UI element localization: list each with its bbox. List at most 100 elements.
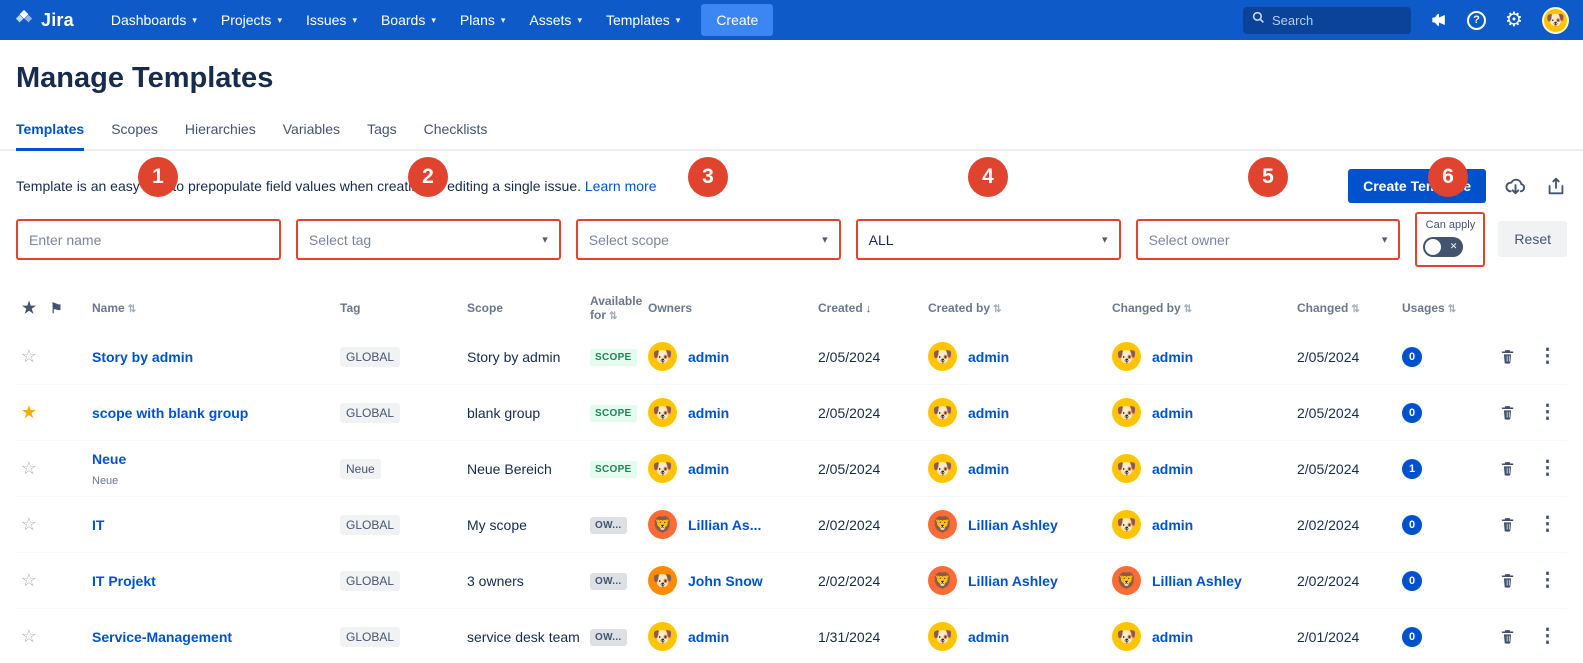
created-by-link[interactable]: Lillian Ashley — [968, 573, 1058, 589]
star-icon[interactable]: ☆ — [21, 346, 37, 366]
created-cell: 2/02/2024 — [818, 573, 928, 589]
more-actions-icon[interactable]: ⋮ — [1538, 459, 1557, 478]
sort-icon: ⇅ — [128, 304, 136, 315]
owner-link[interactable]: admin — [688, 349, 729, 365]
more-actions-icon[interactable]: ⋮ — [1538, 627, 1557, 646]
jira-logo-icon — [14, 8, 34, 33]
star-icon[interactable]: ★ — [21, 402, 37, 422]
name-filter-input[interactable] — [29, 232, 268, 248]
template-name-link[interactable]: IT Projekt — [92, 573, 156, 589]
star-icon[interactable]: ☆ — [21, 458, 37, 478]
gear-icon[interactable]: ⚙ — [1502, 8, 1526, 32]
delete-icon[interactable] — [1499, 348, 1516, 365]
owner-avatar: 🐶 — [648, 622, 677, 651]
sort-icon: ⇅ — [1448, 304, 1456, 315]
nav-item-projects[interactable]: Projects▾ — [210, 5, 293, 35]
header-changed-by[interactable]: Changed by⇅ — [1112, 301, 1297, 315]
star-icon[interactable]: ☆ — [21, 570, 37, 590]
more-actions-icon[interactable]: ⋮ — [1538, 347, 1557, 366]
tag-filter-select[interactable]: Select tag ▾ — [296, 219, 561, 260]
template-name-link[interactable]: scope with blank group — [92, 405, 248, 421]
delete-icon[interactable] — [1499, 628, 1516, 645]
more-actions-icon[interactable]: ⋮ — [1538, 403, 1557, 422]
annotation-circle-3: 3 — [688, 157, 728, 197]
delete-icon[interactable] — [1499, 516, 1516, 533]
download-icon[interactable] — [1504, 175, 1527, 198]
tab-checklists[interactable]: Checklists — [424, 121, 488, 151]
tab-scopes[interactable]: Scopes — [111, 121, 158, 151]
changed-by-link[interactable]: admin — [1152, 349, 1193, 365]
table-row: ☆ Service-Management GLOBAL service desk… — [16, 609, 1567, 663]
owner-link[interactable]: admin — [688, 629, 729, 645]
changed-by-link[interactable]: Lillian Ashley — [1152, 573, 1242, 589]
delete-icon[interactable] — [1499, 404, 1516, 421]
star-column-icon[interactable]: ★ — [22, 300, 36, 317]
type-filter-select[interactable]: ALL ▾ — [856, 219, 1121, 260]
help-icon[interactable]: ? — [1467, 11, 1486, 30]
header-created[interactable]: Created↓ — [818, 301, 928, 315]
tag-badge: GLOBAL — [340, 627, 400, 647]
tab-tags[interactable]: Tags — [367, 121, 397, 151]
delete-icon[interactable] — [1499, 572, 1516, 589]
tab-variables[interactable]: Variables — [283, 121, 340, 151]
tab-templates[interactable]: Templates — [16, 121, 84, 151]
jira-logo[interactable]: Jira — [14, 8, 74, 33]
more-actions-icon[interactable]: ⋮ — [1538, 515, 1557, 534]
owner-link[interactable]: John Snow — [688, 573, 763, 589]
header-available-for[interactable]: Available for⇅ — [590, 294, 648, 322]
learn-more-link[interactable]: Learn more — [585, 178, 657, 194]
search-icon — [1252, 11, 1265, 29]
nav-item-assets[interactable]: Assets▾ — [518, 5, 593, 35]
chevron-down-icon: ▾ — [352, 15, 357, 26]
created-by-link[interactable]: admin — [968, 629, 1009, 645]
tab-hierarchies[interactable]: Hierarchies — [185, 121, 256, 151]
created-by-link[interactable]: admin — [968, 349, 1009, 365]
announcements-icon[interactable] — [1427, 8, 1451, 32]
created-by-link[interactable]: admin — [968, 461, 1009, 477]
template-name-link[interactable]: IT — [92, 517, 104, 533]
chevron-down-icon: ▾ — [577, 15, 582, 26]
header-name[interactable]: Name⇅ — [92, 301, 340, 315]
changed-by-link[interactable]: admin — [1152, 629, 1193, 645]
star-icon[interactable]: ☆ — [21, 514, 37, 534]
template-name-link[interactable]: Story by admin — [92, 349, 193, 365]
header-changed[interactable]: Changed⇅ — [1297, 301, 1402, 315]
changed-by-link[interactable]: admin — [1152, 405, 1193, 421]
table-row: ☆ Story by admin GLOBAL Story by admin S… — [16, 329, 1567, 385]
star-icon[interactable]: ☆ — [21, 626, 37, 646]
owner-filter-select[interactable]: Select owner ▾ — [1136, 219, 1401, 260]
header-created-by[interactable]: Created by⇅ — [928, 301, 1112, 315]
user-avatar[interactable]: 🐶 — [1542, 7, 1569, 34]
changed-by-link[interactable]: admin — [1152, 461, 1193, 477]
created-by-link[interactable]: admin — [968, 405, 1009, 421]
can-apply-toggle[interactable]: ✕ — [1423, 237, 1463, 257]
owner-link[interactable]: admin — [688, 461, 729, 477]
table-row: ☆ Neue Neue Neue Neue Bereich SCOPE 🐶 ad… — [16, 441, 1567, 497]
name-filter — [16, 219, 281, 260]
nav-item-boards[interactable]: Boards▾ — [370, 5, 447, 35]
owner-link[interactable]: Lillian As... — [688, 517, 761, 533]
delete-icon[interactable] — [1499, 460, 1516, 477]
owner-link[interactable]: admin — [688, 405, 729, 421]
search-input[interactable] — [1272, 13, 1402, 28]
export-icon[interactable] — [1545, 175, 1567, 197]
header-usages[interactable]: Usages⇅ — [1402, 301, 1490, 315]
search-box[interactable] — [1243, 7, 1411, 34]
flag-column-icon[interactable]: ⚑ — [50, 300, 63, 316]
changed-cell: 2/01/2024 — [1297, 629, 1402, 645]
create-button[interactable]: Create — [701, 4, 773, 36]
nav-item-templates[interactable]: Templates▾ — [595, 5, 691, 35]
owner-avatar: 🐶 — [648, 566, 677, 595]
scope-filter-select[interactable]: Select scope ▾ — [576, 219, 841, 260]
template-name-link[interactable]: Neue — [92, 451, 126, 467]
page-title: Manage Templates — [16, 62, 1567, 95]
nav-item-plans[interactable]: Plans▾ — [449, 5, 517, 35]
nav-item-issues[interactable]: Issues▾ — [295, 5, 368, 35]
template-name-link[interactable]: Service-Management — [92, 629, 232, 645]
changed-by-link[interactable]: admin — [1152, 517, 1193, 533]
created-by-link[interactable]: Lillian Ashley — [968, 517, 1058, 533]
header-tag: Tag — [340, 301, 467, 315]
nav-item-dashboards[interactable]: Dashboards▾ — [100, 5, 208, 35]
reset-button[interactable]: Reset — [1498, 221, 1567, 257]
more-actions-icon[interactable]: ⋮ — [1538, 571, 1557, 590]
